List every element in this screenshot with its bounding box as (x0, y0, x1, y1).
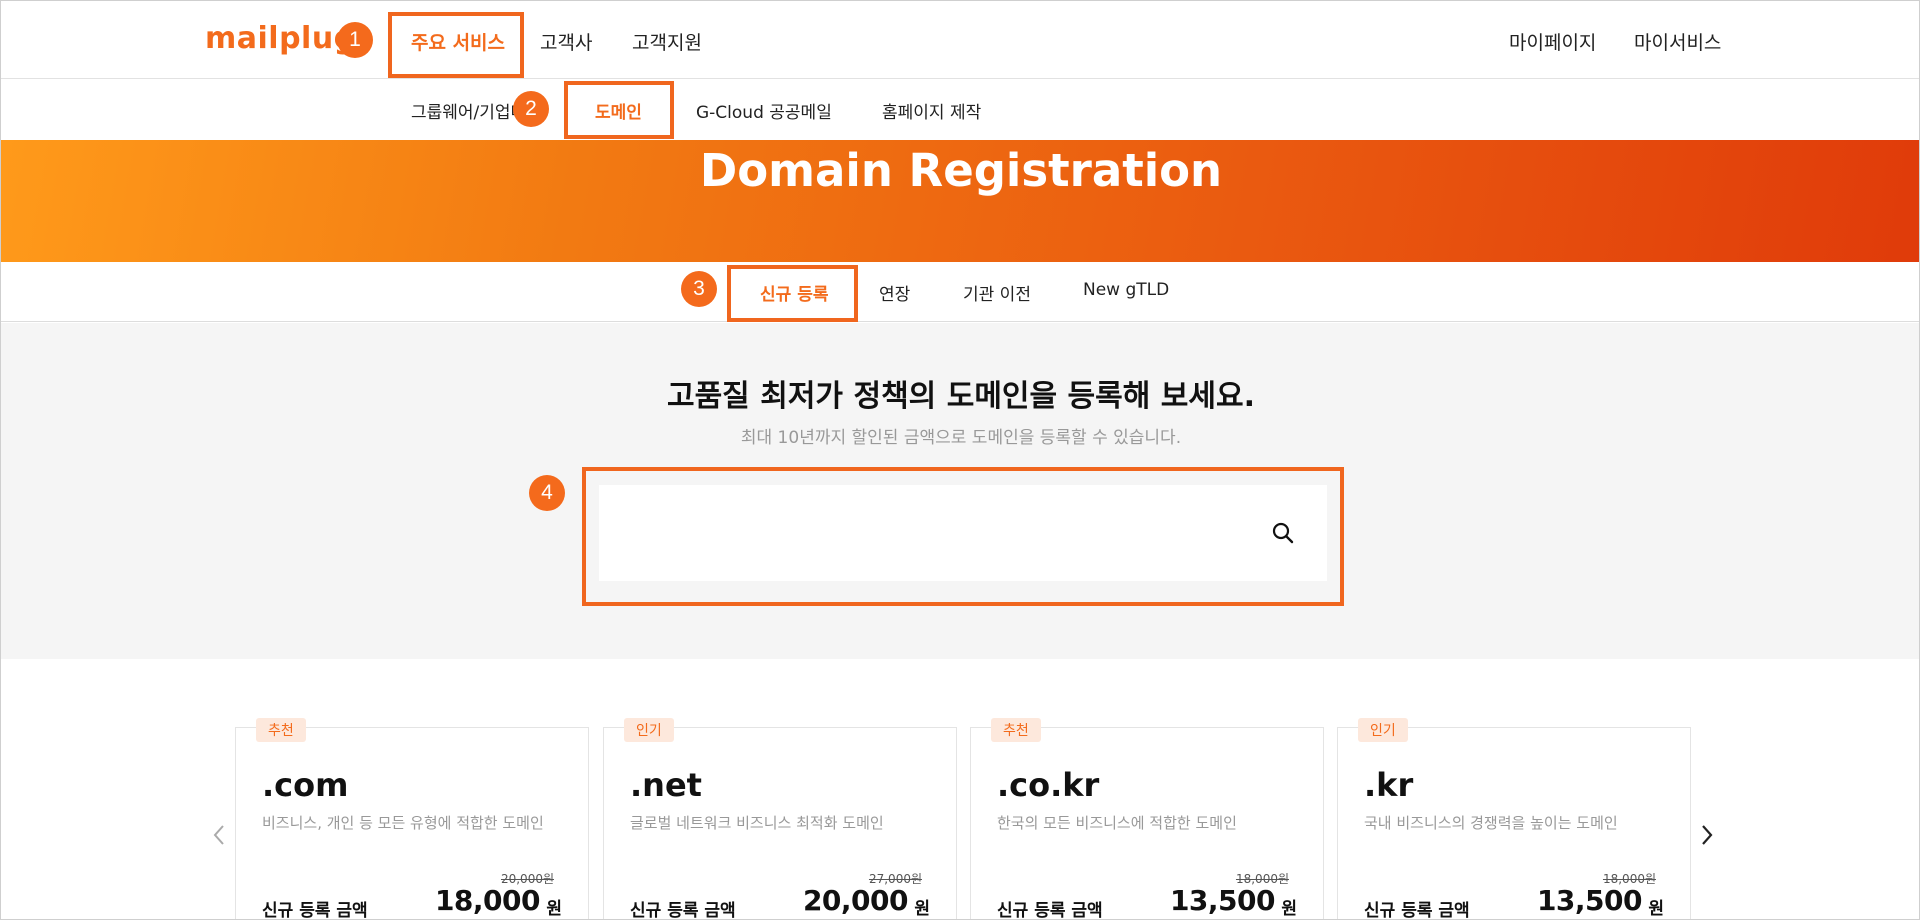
highlight-box-3 (727, 265, 858, 322)
sub-navigation: 그룹웨어/기업메일 도메인 G-Cloud 공공메일 홈페이지 제작 (1, 80, 1919, 140)
subnav-homepage[interactable]: 홈페이지 제작 (882, 98, 981, 123)
domain-card-kr[interactable]: 인기 .kr 국내 비즈니스의 경쟁력을 높이는 도메인 신규 등록 금액 18… (1337, 718, 1691, 920)
card-price-label: 신규 등록 금액 (997, 901, 1103, 920)
domain-card-com[interactable]: 추천 .com 비즈니스, 개인 등 모든 유형에 적합한 도메인 신규 등록 … (235, 718, 589, 920)
highlight-box-1 (388, 12, 524, 78)
search-headline: 고품질 최저가 정책의 도메인을 등록해 보세요. (666, 379, 1256, 414)
top-header: mailplug 1 주요 서비스 고객사 고객지원 마이페이지 마이서비스 (1, 1, 1919, 79)
hero-title: Domain Registration (699, 144, 1223, 197)
chevron-left-icon (213, 825, 224, 845)
card-badge: 인기 (624, 718, 674, 742)
callout-marker-2: 2 (513, 91, 549, 127)
hero-banner: Domain Registration (1, 140, 1919, 262)
card-price: 13,500 (1536, 884, 1643, 917)
card-domain-name: .kr (1364, 766, 1414, 804)
tab-transfer[interactable]: 기관 이전 (963, 280, 1031, 305)
card-description: 비즈니스, 개인 등 모든 유형에 적합한 도메인 (262, 814, 544, 832)
card-description: 한국의 모든 비즈니스에 적합한 도메인 (997, 814, 1237, 832)
card-price: 20,000 (802, 884, 909, 917)
card-badge: 인기 (1358, 718, 1408, 742)
card-currency: 원 (546, 899, 562, 919)
card-price-label: 신규 등록 금액 (1364, 901, 1470, 920)
card-badge: 추천 (256, 718, 306, 742)
card-domain-name: .net (630, 766, 702, 804)
card-currency: 원 (914, 899, 930, 919)
domain-tabs: 3 신규 등록 연장 기관 이전 New gTLD (1, 262, 1919, 322)
card-currency: 원 (1281, 899, 1297, 919)
card-price-label: 신규 등록 금액 (630, 901, 736, 920)
subnav-gcloud-mail[interactable]: G-Cloud 공공메일 (696, 98, 832, 123)
tab-renewal[interactable]: 연장 (879, 280, 910, 305)
callout-marker-1: 1 (337, 22, 373, 58)
card-description: 글로벌 네트워크 비즈니스 최적화 도메인 (630, 814, 884, 832)
search-subline: 최대 10년까지 할인된 금액으로 도메인을 등록할 수 있습니다. (740, 428, 1182, 448)
card-price-label: 신규 등록 금액 (262, 901, 368, 920)
chevron-right-icon (1702, 825, 1713, 845)
callout-marker-3: 3 (681, 271, 717, 307)
nav-my-services[interactable]: 마이서비스 (1634, 28, 1721, 55)
domain-cards-section: 추천 .com 비즈니스, 개인 등 모든 유형에 적합한 도메인 신규 등록 … (1, 659, 1919, 920)
card-domain-name: .co.kr (997, 766, 1100, 804)
carousel-prev-button[interactable] (207, 815, 231, 855)
nav-customers[interactable]: 고객사 (540, 28, 592, 55)
tab-new-gtld[interactable]: New gTLD (1083, 280, 1169, 300)
card-currency: 원 (1648, 899, 1664, 919)
card-domain-name: .com (262, 766, 349, 804)
card-badge: 추천 (991, 718, 1041, 742)
callout-marker-4: 4 (529, 475, 565, 511)
domain-card-co-kr[interactable]: 추천 .co.kr 한국의 모든 비즈니스에 적합한 도메인 신규 등록 금액 … (970, 718, 1324, 920)
nav-support[interactable]: 고객지원 (632, 28, 702, 55)
page: mailplug 1 주요 서비스 고객사 고객지원 마이페이지 마이서비스 그… (0, 0, 1920, 920)
card-price: 18,000 (434, 884, 541, 917)
carousel-next-button[interactable] (1695, 815, 1719, 855)
card-price: 13,500 (1169, 884, 1276, 917)
domain-card-net[interactable]: 인기 .net 글로벌 네트워크 비즈니스 최적화 도메인 신규 등록 금액 2… (603, 718, 957, 920)
mailplug-logo[interactable]: mailplug (205, 21, 356, 56)
nav-my-page[interactable]: 마이페이지 (1509, 28, 1596, 55)
highlight-box-2 (564, 81, 674, 139)
card-description: 국내 비즈니스의 경쟁력을 높이는 도메인 (1364, 814, 1618, 832)
highlight-box-4 (582, 467, 1344, 606)
